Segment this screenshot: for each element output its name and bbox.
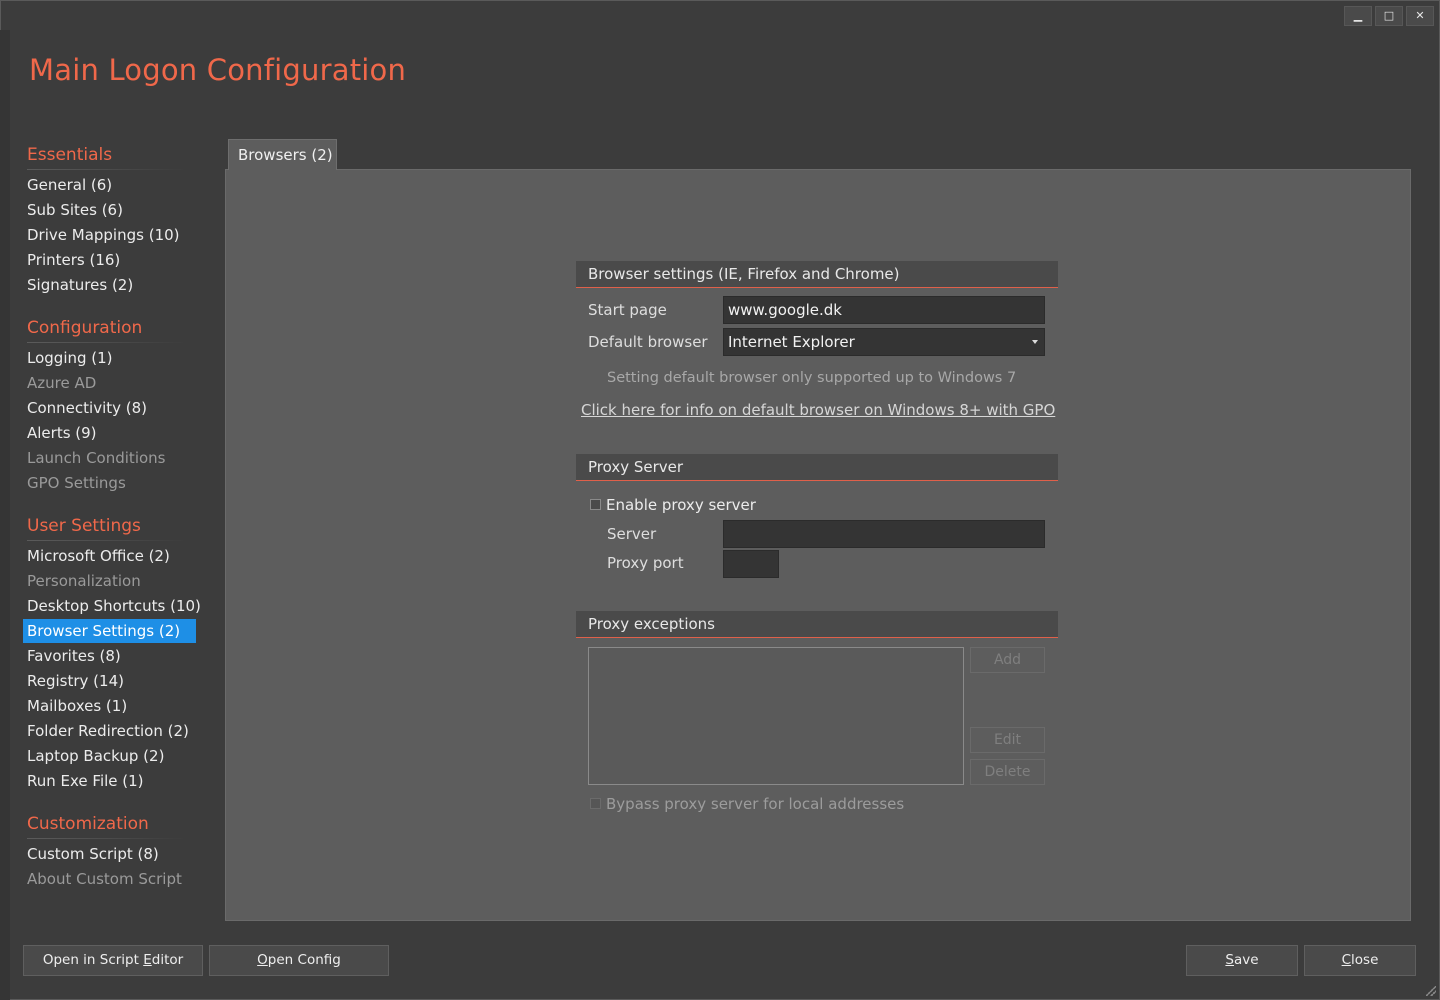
sidebar-item-alerts[interactable]: Alerts (9) — [23, 421, 196, 445]
sidebar-item-folder-redirection[interactable]: Folder Redirection (2) — [23, 719, 196, 743]
start-page-input[interactable]: www.google.dk — [723, 296, 1045, 324]
page-title: Main Logon Configuration — [29, 53, 407, 87]
sidebar-item-logging[interactable]: Logging (1) — [23, 346, 196, 370]
proxy-exceptions-header: Proxy exceptions — [576, 611, 1058, 638]
add-exception-button[interactable]: Add — [970, 647, 1045, 673]
browser-settings-header: Browser settings (IE, Firefox and Chrome… — [576, 261, 1058, 288]
nav-separator — [27, 169, 187, 170]
minimize-icon: ▁ — [1353, 9, 1363, 22]
sidebar-item-microsoft-office[interactable]: Microsoft Office (2) — [23, 544, 196, 568]
sidebar-item-desktop-shortcuts[interactable]: Desktop Shortcuts (10) — [23, 594, 201, 618]
maximize-icon: □ — [1383, 9, 1395, 22]
button-label: Open in Script — [42, 952, 144, 968]
open-config-button[interactable]: Open Config — [209, 945, 389, 976]
gpo-info-link[interactable]: Click here for info on default browser o… — [581, 401, 1055, 419]
proxy-server-header: Proxy Server — [576, 454, 1058, 481]
sidebar-item-azure-ad: Azure AD — [27, 374, 97, 392]
nav-section-customization: Customization — [27, 814, 149, 834]
sidebar-item-browser-settings[interactable]: Browser Settings (2) — [23, 619, 196, 643]
nav-separator — [27, 540, 187, 541]
tab-browsers[interactable]: Browsers (2) — [228, 139, 337, 170]
sidebar-item-launch-conditions: Launch Conditions — [27, 449, 166, 467]
default-browser-label: Default browser — [588, 333, 708, 351]
nav-separator — [27, 838, 187, 839]
close-button[interactable]: Close — [1304, 945, 1416, 976]
server-input[interactable] — [723, 520, 1045, 548]
edit-exception-button[interactable]: Edit — [970, 727, 1045, 753]
sidebar-item-printers[interactable]: Printers (16) — [23, 248, 196, 272]
sidebar-item-general[interactable]: General (6) — [23, 173, 196, 197]
proxy-port-input[interactable] — [723, 550, 779, 578]
sidebar-item-registry[interactable]: Registry (14) — [23, 669, 196, 693]
button-label: pen Config — [267, 952, 341, 968]
sidebar-item-drive-mappings[interactable]: Drive Mappings (10) — [23, 223, 196, 247]
sidebar-item-sub-sites[interactable]: Sub Sites (6) — [23, 198, 196, 222]
sidebar-item-laptop-backup[interactable]: Laptop Backup (2) — [23, 744, 196, 768]
chevron-down-icon — [1032, 340, 1038, 344]
close-window-button[interactable]: ✕ — [1406, 6, 1434, 26]
enable-proxy-label[interactable]: Enable proxy server — [606, 496, 756, 514]
sidebar-item-favorites[interactable]: Favorites (8) — [23, 644, 196, 668]
bypass-local-label: Bypass proxy server for local addresses — [606, 795, 905, 813]
accelerator-key: C — [1341, 952, 1352, 968]
default-browser-note: Setting default browser only supported u… — [607, 370, 1017, 386]
nav-separator — [27, 342, 187, 343]
open-script-editor-button[interactable]: Open in Script Editor — [23, 945, 203, 976]
default-browser-select[interactable]: Internet Explorer — [723, 328, 1045, 356]
sidebar-item-gpo-settings: GPO Settings — [27, 474, 126, 492]
resize-grip-icon[interactable] — [1426, 986, 1436, 996]
proxy-port-label: Proxy port — [607, 554, 684, 572]
button-label: lose — [1351, 952, 1379, 968]
button-label: ave — [1234, 952, 1259, 968]
save-button[interactable]: Save — [1186, 945, 1298, 976]
close-icon: ✕ — [1415, 9, 1425, 22]
sidebar-item-custom-script[interactable]: Custom Script (8) — [23, 842, 196, 866]
start-page-label: Start page — [588, 301, 667, 319]
sidebar-item-mailboxes[interactable]: Mailboxes (1) — [23, 694, 196, 718]
nav-section-user-settings: User Settings — [27, 516, 141, 536]
sidebar-item-signatures[interactable]: Signatures (2) — [23, 273, 196, 297]
enable-proxy-checkbox[interactable] — [590, 499, 601, 510]
minimize-button[interactable]: ▁ — [1344, 6, 1372, 26]
accelerator-key: E — [143, 952, 152, 968]
nav-section-essentials: Essentials — [27, 145, 113, 165]
bypass-local-checkbox[interactable] — [590, 798, 601, 809]
sidebar-item-run-exe-file[interactable]: Run Exe File (1) — [23, 769, 196, 793]
maximize-button[interactable]: □ — [1375, 6, 1403, 26]
button-label: ditor — [151, 952, 184, 968]
nav-section-configuration: Configuration — [27, 318, 143, 338]
server-label: Server — [607, 525, 657, 543]
sidebar-item-personalization: Personalization — [27, 572, 141, 590]
delete-exception-button[interactable]: Delete — [970, 759, 1045, 785]
sidebar-item-connectivity[interactable]: Connectivity (8) — [23, 396, 196, 420]
sidebar-item-about-custom-script: About Custom Script — [27, 870, 182, 888]
proxy-exceptions-list[interactable] — [588, 647, 964, 785]
window-left-strip — [0, 30, 10, 1000]
accelerator-key: O — [257, 952, 268, 968]
accelerator-key: S — [1225, 952, 1234, 968]
default-browser-value: Internet Explorer — [728, 333, 855, 351]
